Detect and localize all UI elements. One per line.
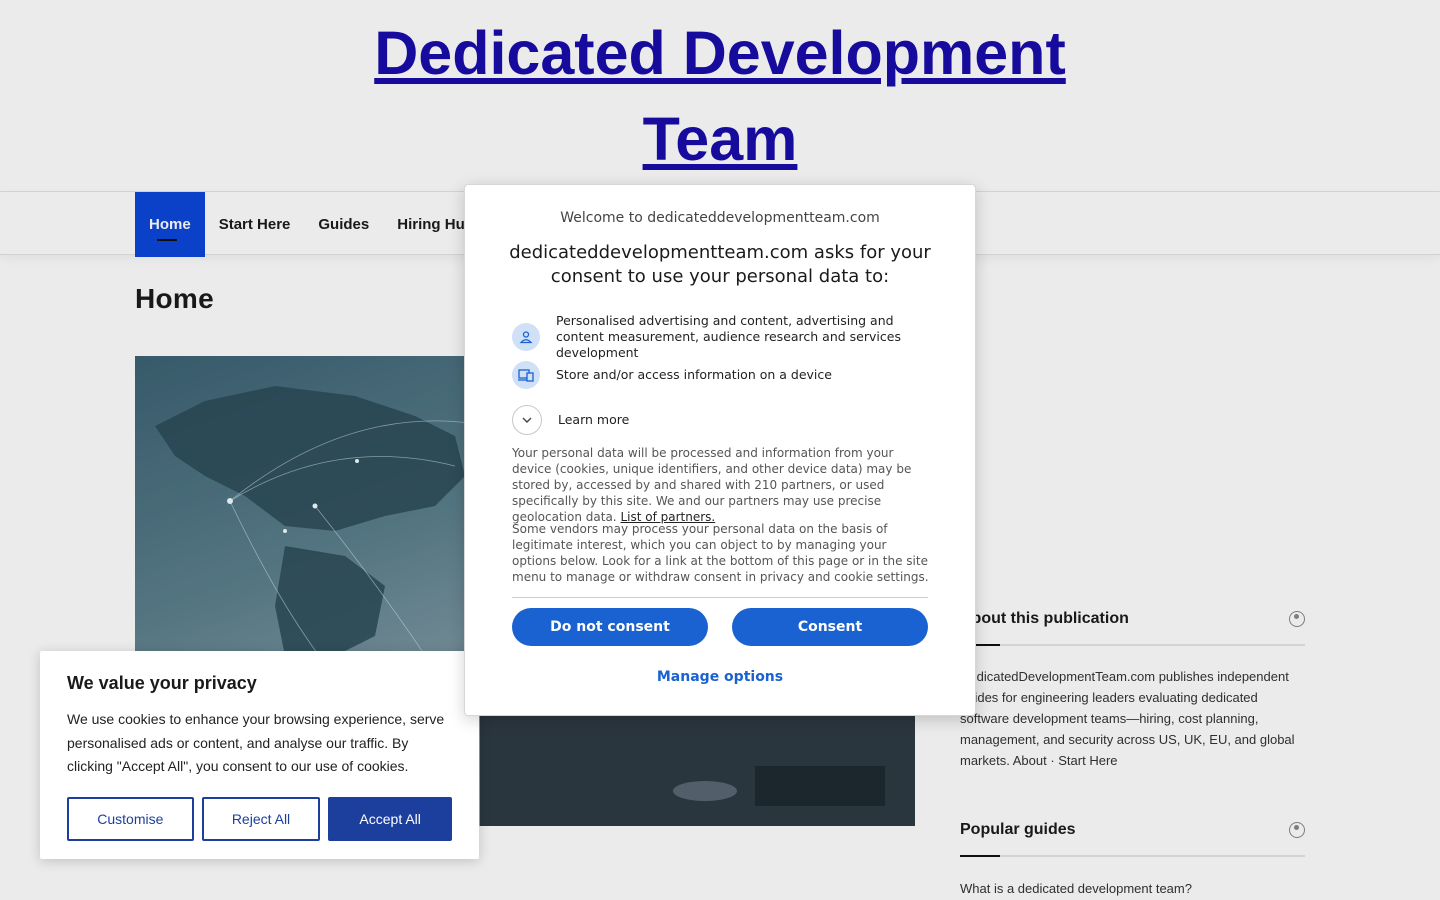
divider — [512, 597, 928, 598]
manage-options-link[interactable]: Manage options — [465, 669, 975, 685]
learn-more-label[interactable]: Learn more — [558, 412, 938, 428]
consent-heading: dedicateddevelopmentteam.com asks for yo… — [509, 242, 931, 287]
cookie-banner-title: We value your privacy — [67, 673, 257, 693]
consent-paragraph-1: Your personal data will be processed and… — [512, 445, 930, 525]
purpose-2-text: Store and/or access information on a dev… — [556, 367, 832, 382]
purpose-personalised-ads: Personalised advertising and content, ad… — [512, 313, 936, 361]
customise-button[interactable]: Customise — [67, 796, 194, 841]
reject-all-button[interactable]: Reject All — [201, 796, 321, 841]
cookie-banner-text: We use cookies to enhance your browsing … — [67, 711, 445, 774]
purpose-1-text: Personalised advertising and content, ad… — [556, 313, 901, 360]
chevron-down-icon[interactable] — [512, 405, 542, 435]
consent-paragraph-2: Some vendors may process your personal d… — [512, 522, 929, 584]
consent-dialog: Welcome to dedicateddevelopmentteam.com … — [464, 184, 976, 716]
devices-icon — [512, 361, 540, 389]
accept-all-button[interactable]: Accept All — [328, 796, 452, 841]
cookie-banner: We value your privacy We use cookies to … — [40, 651, 479, 859]
consent-welcome: Welcome to dedicateddevelopmentteam.com — [560, 210, 880, 226]
consent-button[interactable]: Consent — [732, 608, 928, 646]
purpose-device-storage: Store and/or access information on a dev… — [512, 361, 936, 389]
learn-more-toggle[interactable]: Learn more — [512, 405, 938, 435]
do-not-consent-button[interactable]: Do not consent — [512, 608, 708, 646]
person-icon — [512, 323, 540, 351]
